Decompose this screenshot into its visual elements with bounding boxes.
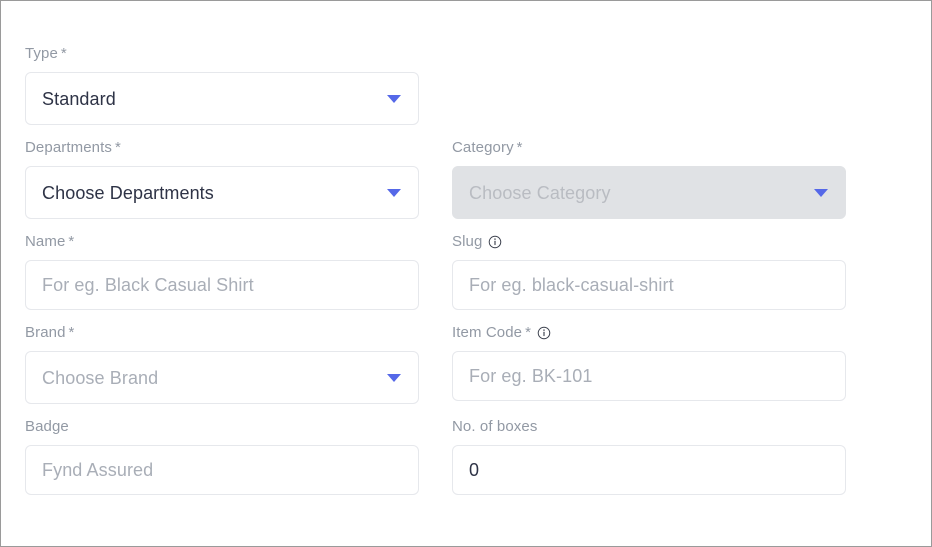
required-marker-type: * <box>60 45 67 62</box>
field-item-code: Item Code * For eg. BK-101 <box>452 324 846 404</box>
input-no-of-boxes[interactable]: 0 <box>452 445 846 495</box>
select-departments[interactable]: Choose Departments <box>25 166 419 219</box>
form-row-2: Name * For eg. Black Casual Shirt Slug For e… <box>25 233 907 310</box>
label-text-type: Type <box>25 45 58 62</box>
value-no-of-boxes: 0 <box>469 460 480 480</box>
field-label-type: Type * <box>25 45 419 63</box>
field-type: Type * Standard <box>25 45 419 125</box>
field-name: Name * For eg. Black Casual Shirt <box>25 233 419 310</box>
form-row-3: Brand * Choose Brand Item Code * For eg. BK-1… <box>25 324 907 404</box>
value-type: Standard <box>42 88 116 109</box>
label-text-brand: Brand <box>25 324 66 341</box>
value-departments: Choose Departments <box>42 182 214 203</box>
placeholder-slug: For eg. black-casual-shirt <box>469 275 674 295</box>
select-category: Choose Category <box>452 166 846 219</box>
required-marker-name: * <box>68 233 75 250</box>
field-label-item-code: Item Code * <box>452 324 846 342</box>
form-row-0: Type * Standard <box>25 45 907 125</box>
label-text-no-of-boxes: No. of boxes <box>452 418 538 435</box>
input-badge[interactable]: Fynd Assured <box>25 445 419 495</box>
field-slug: Slug For eg. black-casual-shirt <box>452 233 846 310</box>
required-marker-brand: * <box>68 324 75 341</box>
placeholder-name: For eg. Black Casual Shirt <box>42 275 254 295</box>
input-slug[interactable]: For eg. black-casual-shirt <box>452 260 846 310</box>
placeholder-badge: Fynd Assured <box>42 460 154 480</box>
form-row-1: Departments * Choose Departments Category * C… <box>25 139 907 219</box>
chevron-down-icon-type[interactable] <box>387 94 401 103</box>
field-label-slug: Slug <box>452 233 846 251</box>
chevron-down-icon-departments[interactable] <box>387 188 401 197</box>
product-form-page: { "form": { "rows": [ { "left": { "label… <box>0 0 932 547</box>
label-text-badge: Badge <box>25 418 69 435</box>
field-label-departments: Departments * <box>25 139 419 157</box>
label-text-slug: Slug <box>452 233 483 250</box>
info-icon-slug[interactable] <box>488 235 502 249</box>
required-marker-item-code: * <box>525 324 532 341</box>
select-type[interactable]: Standard <box>25 72 419 125</box>
placeholder-item-code: For eg. BK-101 <box>469 366 593 386</box>
product-form: Type * Standard Departments * Choose Departme… <box>1 1 931 495</box>
field-label-badge: Badge <box>25 418 419 436</box>
empty-field-slot <box>452 45 847 125</box>
required-marker-departments: * <box>114 139 121 156</box>
placeholder-category: Choose Category <box>469 182 611 203</box>
select-brand[interactable]: Choose Brand <box>25 351 419 404</box>
label-text-name: Name <box>25 233 66 250</box>
field-no-of-boxes: No. of boxes 0 <box>452 418 846 495</box>
input-name[interactable]: For eg. Black Casual Shirt <box>25 260 419 310</box>
field-category: Category * Choose Category <box>452 139 846 219</box>
label-text-category: Category <box>452 139 514 156</box>
field-brand: Brand * Choose Brand <box>25 324 419 404</box>
field-badge: Badge Fynd Assured <box>25 418 419 495</box>
label-text-departments: Departments <box>25 139 112 156</box>
field-label-name: Name * <box>25 233 419 251</box>
field-departments: Departments * Choose Departments <box>25 139 419 219</box>
placeholder-brand: Choose Brand <box>42 367 159 388</box>
form-row-4: Badge Fynd Assured No. of boxes 0 <box>25 418 907 495</box>
info-icon-item-code[interactable] <box>537 326 551 340</box>
field-label-category: Category * <box>452 139 846 157</box>
required-marker-category: * <box>516 139 523 156</box>
field-label-no-of-boxes: No. of boxes <box>452 418 846 436</box>
chevron-down-icon-brand[interactable] <box>387 373 401 382</box>
chevron-down-icon-category[interactable] <box>814 188 828 197</box>
input-item-code[interactable]: For eg. BK-101 <box>452 351 846 401</box>
field-label-brand: Brand * <box>25 324 419 342</box>
label-text-item-code: Item Code <box>452 324 523 341</box>
